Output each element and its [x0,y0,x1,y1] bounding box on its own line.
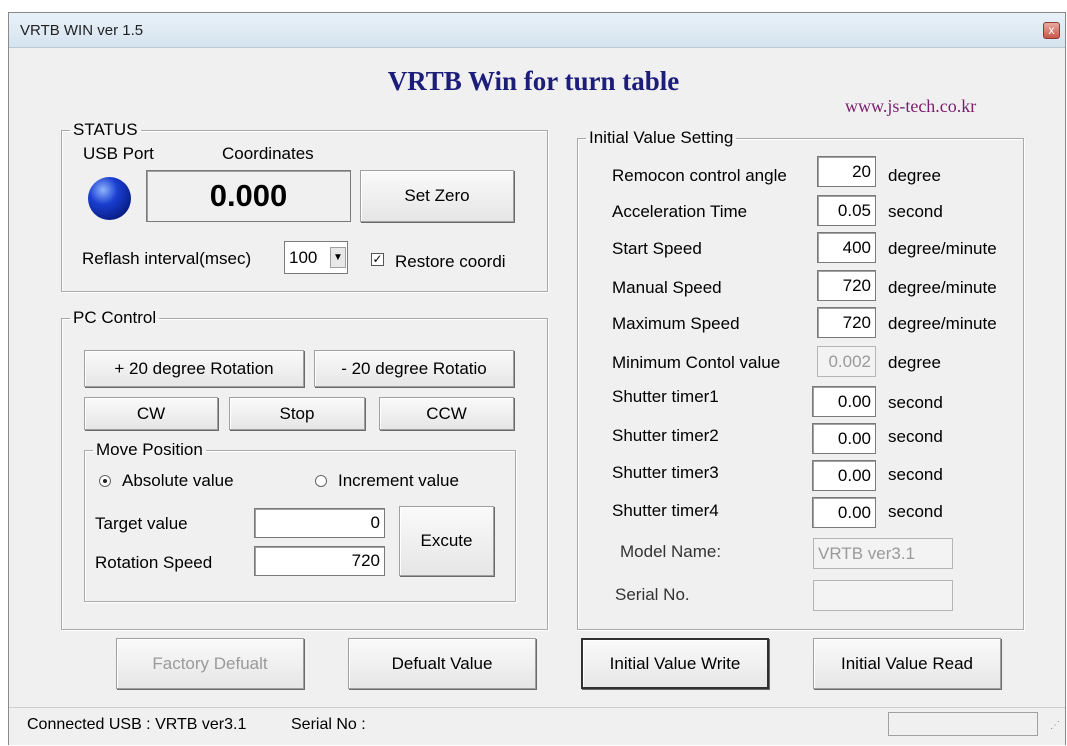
initial-value-write-button[interactable]: Initial Value Write [581,638,769,689]
maximum-speed-unit: degree/minute [888,314,997,333]
default-value-label: Defualt Value [391,654,493,673]
window-title: VRTB WIN ver 1.5 [20,22,144,39]
shutter-timer1-label: Shutter timer1 [612,387,719,406]
close-button[interactable]: x [1043,22,1060,39]
dropdown-arrow-icon[interactable]: ▼ [330,247,346,268]
manual-speed-unit: degree/minute [888,278,997,297]
statusbar-serial-text: Serial No : [291,716,366,733]
coordinates-label: Coordinates [222,144,314,163]
initial-value-legend: Initial Value Setting [589,128,734,147]
start-speed-input[interactable]: 400 [817,232,876,263]
minimum-control-label: Minimum Contol value [612,353,781,372]
remocon-angle-label: Remocon control angle [612,166,787,185]
acceleration-time-input[interactable]: 0.05 [817,195,876,226]
rotation-speed-label: Rotation Speed [95,553,213,572]
stop-button[interactable]: Stop [229,397,365,430]
pc-control-legend: PC Control [73,308,157,327]
execute-label: Excute [420,531,473,550]
absolute-radio[interactable] [99,475,111,487]
refresh-interval-label: Reflash interval(msec) [82,249,252,268]
coordinates-display: 0.000 [146,170,351,222]
statusbar-panel [888,712,1038,736]
connected-usb-text: Connected USB : VRTB ver3.1 [27,716,247,733]
shutter-timer1-input[interactable]: 0.00 [812,386,876,417]
plus-rotation-label: + 20 degree Rotation [114,359,274,378]
acceleration-time-unit: second [888,202,943,221]
ccw-label: CCW [426,404,467,423]
maximum-speed-input[interactable]: 720 [817,307,876,338]
increment-radio[interactable] [315,475,327,487]
usb-status-led-icon [88,177,131,220]
status-legend: STATUS [73,120,138,139]
refresh-interval-select[interactable]: 100 ▼ [284,241,348,274]
resize-grip-icon[interactable]: ⋰ [1046,721,1060,736]
execute-button[interactable]: Excute [399,506,494,576]
shutter-timer3-input[interactable]: 0.00 [812,460,876,491]
cw-button[interactable]: CW [84,397,218,430]
cw-label: CW [136,404,166,423]
serial-no-field [813,580,953,611]
manual-speed-label: Manual Speed [612,278,722,297]
minimum-control-unit: degree [888,353,941,372]
absolute-label: Absolute value [122,471,234,490]
start-speed-unit: degree/minute [888,239,997,258]
model-name-field: VRTB ver3.1 [813,538,953,569]
maximum-speed-label: Maximum Speed [612,314,740,333]
move-position-legend: Move Position [96,440,203,459]
default-value-button[interactable]: Defualt Value [348,638,536,689]
usb-port-label: USB Port [83,144,154,163]
coordinates-value: 0.000 [209,178,288,213]
increment-label: Increment value [338,471,459,490]
shutter-timer4-input[interactable]: 0.00 [812,497,876,528]
plus-rotation-button[interactable]: + 20 degree Rotation [84,350,304,387]
rotation-speed-input[interactable]: 720 [254,546,385,576]
manual-speed-input[interactable]: 720 [817,270,876,301]
target-value-label: Target value [95,514,188,533]
title-bar[interactable] [9,13,1065,48]
shutter-timer2-label: Shutter timer2 [612,426,719,445]
set-zero-label: Set Zero [404,186,470,205]
minimum-control-input: 0.002 [817,346,876,377]
ccw-button[interactable]: CCW [379,397,514,430]
start-speed-label: Start Speed [612,239,702,258]
shutter-timer3-unit: second [888,465,943,484]
stop-label: Stop [279,404,315,423]
minus-rotation-label: - 20 degree Rotatio [341,359,487,378]
initial-value-read-button[interactable]: Initial Value Read [813,638,1001,689]
shutter-timer3-label: Shutter timer3 [612,463,719,482]
serial-no-label: Serial No. [615,585,690,604]
remocon-angle-unit: degree [888,166,941,185]
model-name-label: Model Name: [620,542,722,561]
set-zero-button[interactable]: Set Zero [360,170,514,222]
initial-value-read-label: Initial Value Read [841,654,973,673]
acceleration-time-label: Acceleration Time [612,202,748,221]
website-link: www.js-tech.co.kr [845,96,977,116]
app-heading: VRTB Win for turn table [387,66,680,96]
shutter-timer4-unit: second [888,502,943,521]
restore-coordinates-checkbox[interactable]: ✓ [371,253,384,266]
target-value-input[interactable]: 0 [254,508,385,538]
factory-default-button[interactable]: Factory Defualt [116,638,304,689]
shutter-timer4-label: Shutter timer4 [612,501,719,520]
factory-default-label: Factory Defualt [152,654,268,673]
remocon-angle-input[interactable]: 20 [817,156,876,187]
initial-value-write-label: Initial Value Write [609,654,741,673]
shutter-timer1-unit: second [888,393,943,412]
minus-rotation-button[interactable]: - 20 degree Rotatio [314,350,514,387]
shutter-timer2-input[interactable]: 0.00 [812,423,876,454]
refresh-interval-value: 100 [289,248,318,267]
restore-coordinates-label: Restore coordi [395,252,506,271]
shutter-timer2-unit: second [888,427,943,446]
